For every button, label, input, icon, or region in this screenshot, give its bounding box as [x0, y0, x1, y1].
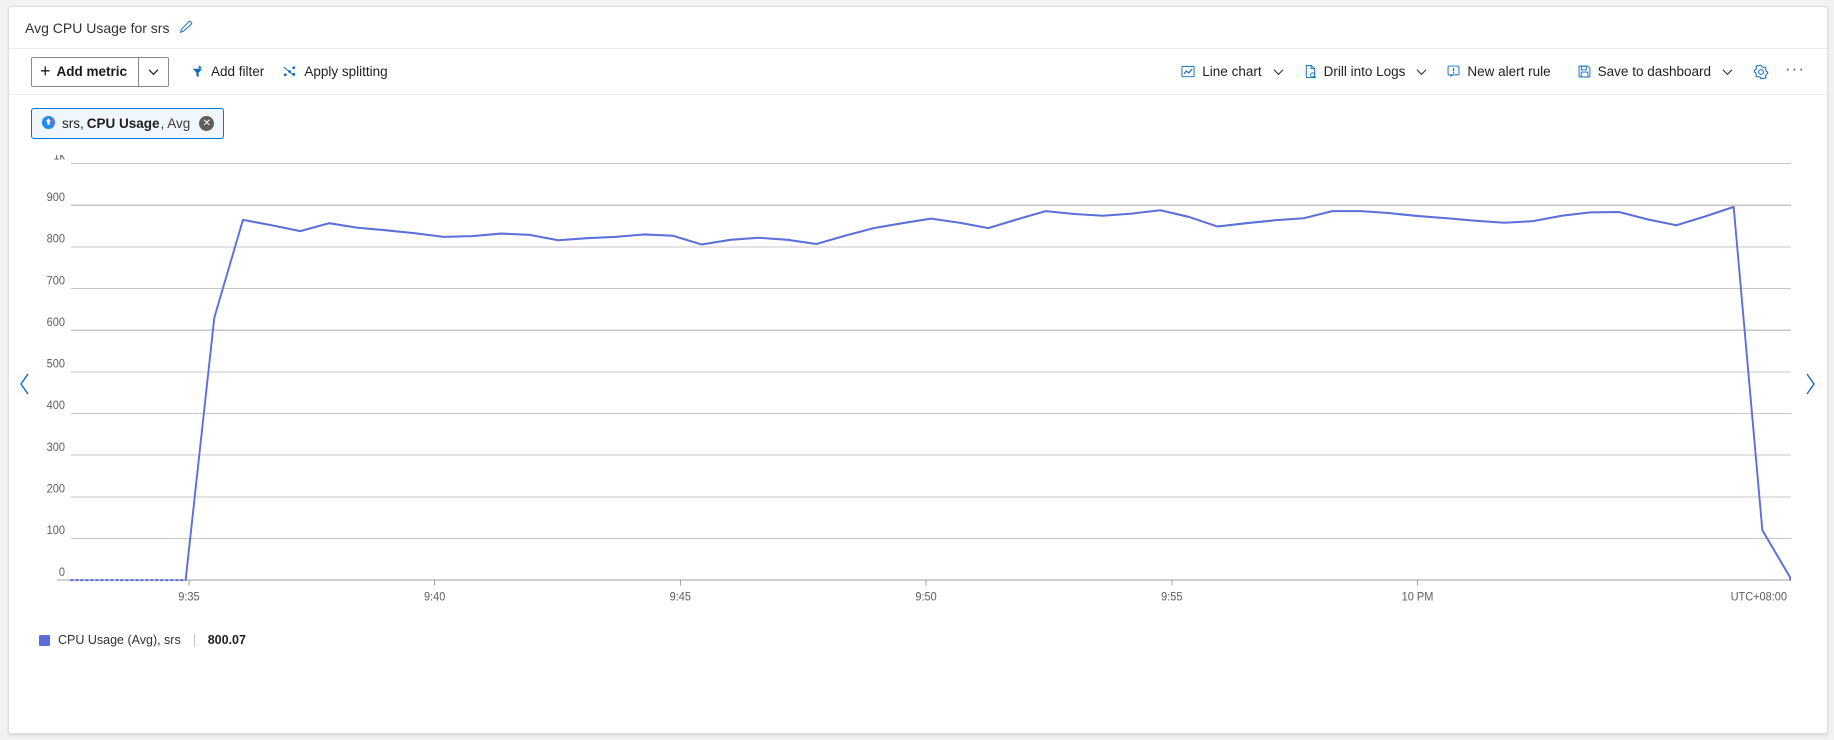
svg-text:800: 800	[47, 233, 65, 245]
chart-next-button[interactable]	[1803, 372, 1817, 396]
chart-toolbar: + Add metric Add filter Apply splitting …	[9, 49, 1827, 95]
svg-text:9:40: 9:40	[424, 591, 445, 603]
chart-area: 0 100 200 300 400 500 600 700 800 900 1k 9:35 9:40 9:…	[9, 149, 1827, 619]
filter-icon	[190, 64, 205, 79]
drill-into-logs-chevron-down-icon[interactable]	[1414, 68, 1429, 76]
svg-text:10 PM: 10 PM	[1402, 591, 1434, 603]
drill-into-logs-label: Drill into Logs	[1323, 64, 1406, 79]
svg-text:300: 300	[47, 442, 65, 454]
drill-into-logs-button[interactable]: Drill into Logs	[1294, 57, 1415, 87]
line-chart-chevron-down-icon[interactable]	[1271, 68, 1286, 76]
more-options-button[interactable]: ···	[1777, 60, 1813, 83]
line-chart-icon	[1180, 64, 1196, 79]
svg-text:0: 0	[59, 566, 65, 578]
plus-icon: +	[40, 61, 51, 81]
resource-icon	[41, 115, 56, 133]
new-alert-rule-label: New alert rule	[1467, 64, 1551, 79]
chart-plot[interactable]: 0 100 200 300 400 500 600 700 800 900 1k 9:35 9:40 9:…	[33, 155, 1791, 619]
add-filter-button[interactable]: Add filter	[181, 57, 273, 87]
line-chart-button[interactable]: Line chart	[1171, 57, 1270, 87]
svg-text:600: 600	[47, 317, 65, 329]
apply-splitting-button[interactable]: Apply splitting	[273, 57, 396, 87]
add-metric-dropdown-button[interactable]	[139, 58, 168, 86]
save-to-dashboard-button[interactable]: Save to dashboard	[1568, 57, 1720, 87]
metric-chip-row: srs, CPU Usage , Avg ✕	[9, 95, 1827, 149]
logs-icon	[1303, 64, 1318, 79]
chip-metric-name: CPU Usage	[86, 116, 160, 131]
svg-text:700: 700	[47, 275, 65, 287]
chart-settings-button[interactable]	[1745, 57, 1777, 87]
legend-series-label[interactable]: CPU Usage (Avg), srs	[58, 633, 181, 647]
svg-text:500: 500	[47, 358, 65, 370]
toolbar-left-group: + Add metric Add filter Apply splitting	[31, 56, 397, 87]
gear-icon	[1753, 64, 1769, 80]
add-metric-split-button[interactable]: + Add metric	[31, 56, 170, 87]
chart-legend: CPU Usage (Avg), srs 800.07	[9, 619, 1827, 647]
legend-divider	[193, 633, 195, 647]
splitting-icon	[282, 64, 298, 79]
save-to-dashboard-chevron-down-icon[interactable]	[1720, 68, 1735, 76]
svg-text:UTC+08:00: UTC+08:00	[1731, 591, 1787, 603]
svg-text:9:45: 9:45	[670, 591, 691, 603]
page-title: Avg CPU Usage for srs	[25, 19, 170, 36]
save-to-dashboard-label: Save to dashboard	[1597, 64, 1712, 79]
chart-prev-button[interactable]	[18, 372, 32, 396]
svg-text:400: 400	[47, 400, 65, 412]
svg-text:9:35: 9:35	[178, 591, 199, 603]
svg-text:1k: 1k	[53, 155, 65, 162]
add-metric-button[interactable]: + Add metric	[32, 58, 138, 86]
add-filter-label: Add filter	[211, 64, 265, 79]
add-metric-label: Add metric	[56, 64, 128, 79]
legend-latest-value: 800.07	[207, 633, 246, 647]
save-icon	[1577, 64, 1592, 79]
alert-icon	[1446, 64, 1461, 79]
chart-title-row: Avg CPU Usage for srs	[9, 7, 1827, 49]
svg-text:200: 200	[47, 483, 65, 495]
legend-color-swatch	[39, 634, 50, 646]
chip-scope: srs,	[62, 116, 84, 131]
svg-text:9:55: 9:55	[1161, 591, 1182, 603]
svg-text:900: 900	[47, 192, 65, 204]
metrics-chart-card: Avg CPU Usage for srs + Add metric Add f…	[8, 6, 1828, 734]
chip-aggregation: , Avg	[160, 116, 191, 131]
chip-close-icon[interactable]: ✕	[199, 116, 215, 131]
new-alert-rule-button[interactable]: New alert rule	[1437, 57, 1559, 87]
toolbar-right-group: Line chart Drill into Logs New alert rul…	[1171, 57, 1813, 87]
svg-text:100: 100	[47, 525, 65, 537]
svg-text:9:50: 9:50	[915, 591, 936, 603]
metric-chip[interactable]: srs, CPU Usage , Avg ✕	[31, 108, 225, 139]
apply-splitting-label: Apply splitting	[304, 64, 388, 79]
line-chart-label: Line chart	[1202, 64, 1262, 79]
line-chart-svg[interactable]: 0 100 200 300 400 500 600 700 800 900 1k 9:35 9:40 9:…	[33, 155, 1791, 619]
pencil-icon[interactable]	[178, 20, 193, 35]
